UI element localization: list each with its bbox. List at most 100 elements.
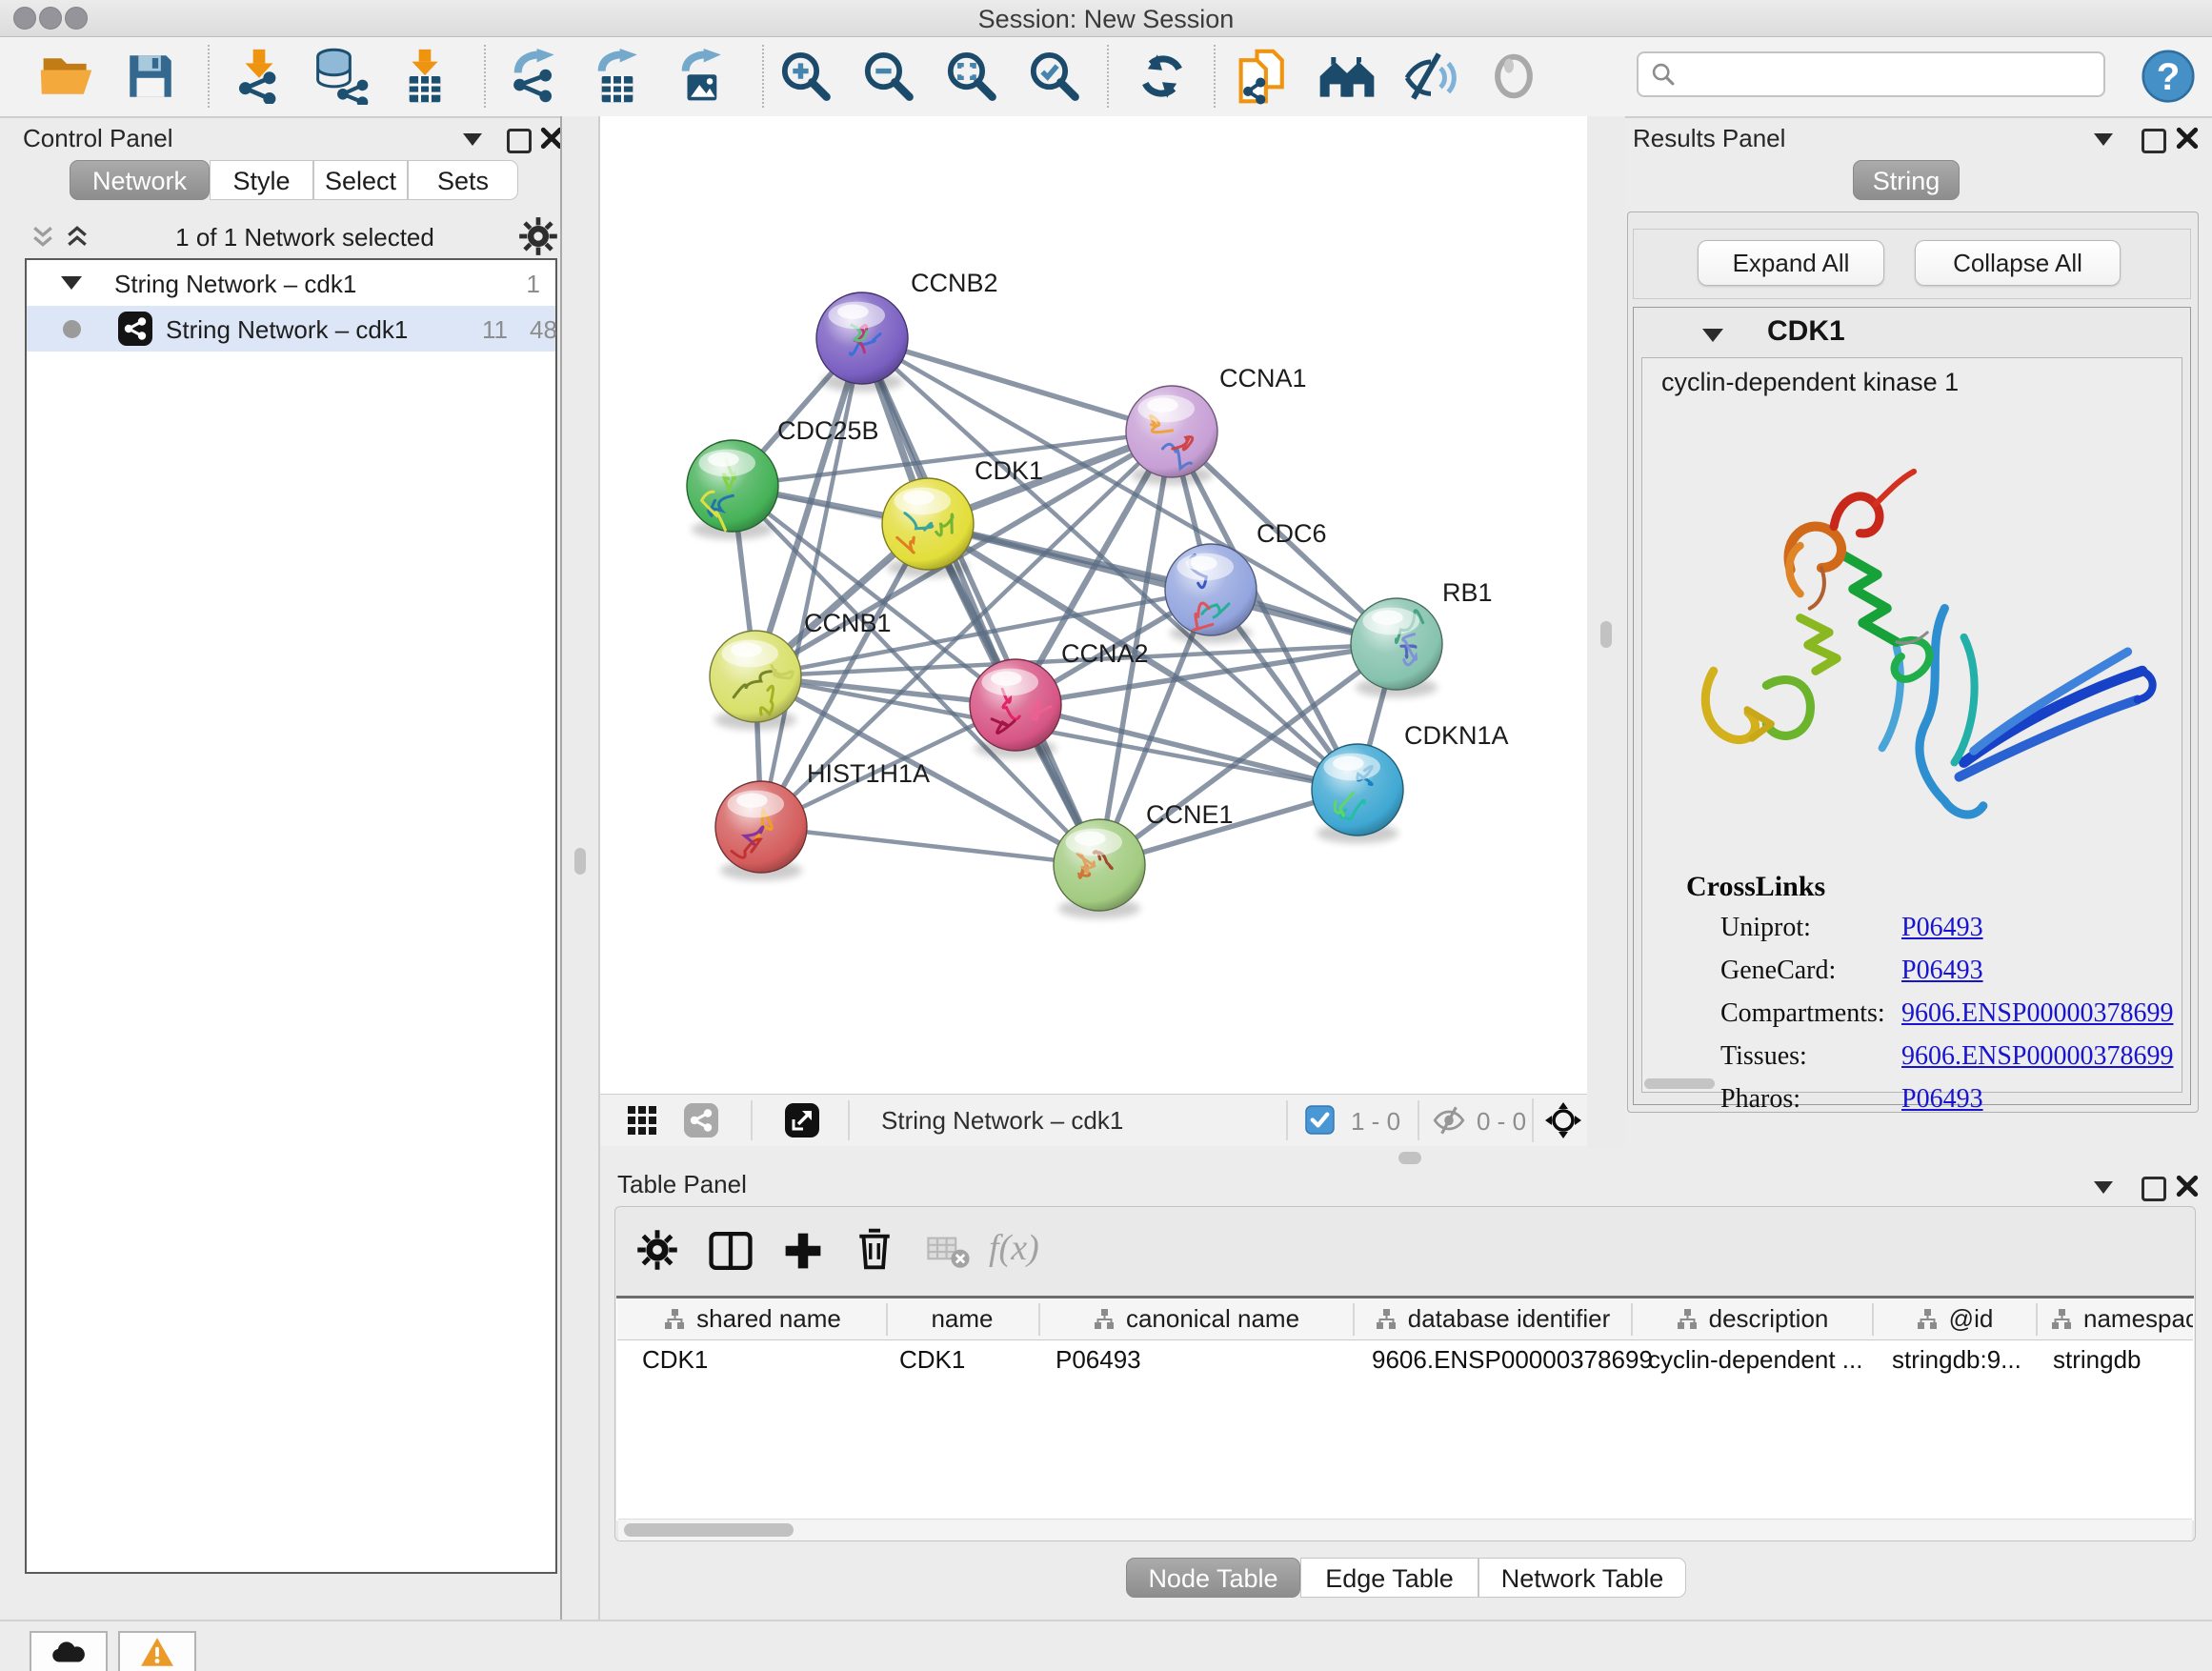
splitter-handle[interactable] (1398, 1152, 1421, 1164)
zoom-selected-icon[interactable] (1023, 46, 1084, 107)
crosslink-genecard-link[interactable]: P06493 (1901, 956, 1983, 986)
function-builder-button[interactable]: f(x) (989, 1227, 1039, 1269)
column-header-id[interactable]: @id (1872, 1299, 2036, 1340)
zoom-fit-icon[interactable] (940, 46, 1001, 107)
network-node-CCNB1[interactable] (710, 631, 801, 722)
grid-view-icon[interactable] (627, 1105, 657, 1136)
show-all-icon[interactable] (1483, 46, 1544, 107)
footer-divider (751, 1100, 753, 1140)
search-input[interactable] (1637, 51, 2105, 97)
crosslink-compartments-link[interactable]: 9606.ENSP00000378699 (1901, 998, 2173, 1029)
tab-network-table[interactable]: Network Table (1478, 1558, 1686, 1598)
tab-network[interactable]: Network (70, 160, 210, 200)
warnings-button[interactable] (118, 1631, 196, 1671)
cloud-button[interactable] (30, 1631, 108, 1671)
network-node-count: 11 (482, 315, 508, 345)
import-table-icon[interactable] (394, 46, 455, 107)
detach-view-icon[interactable] (785, 1103, 819, 1137)
network-canvas[interactable]: CCNB2CCNA1CDC25BCDK1CDC6RB1CCNB1CCNA2CDK… (600, 116, 1587, 1094)
zoom-out-icon[interactable] (857, 46, 918, 107)
open-session-icon[interactable] (36, 46, 97, 107)
birdseye-crosshair-icon[interactable] (1543, 1100, 1583, 1140)
network-options-gear-icon[interactable] (518, 216, 558, 256)
footer-network-name: String Network – cdk1 (881, 1106, 1123, 1136)
crosslink-pharos-link[interactable]: P06493 (1901, 1084, 1983, 1115)
delete-table-icon[interactable] (926, 1235, 972, 1269)
expand-all-icon[interactable] (63, 222, 91, 251)
network-row-selected[interactable]: String Network – cdk1 11 48 (27, 306, 555, 352)
crosslink-tissues-link[interactable]: 9606.ENSP00000378699 (1901, 1041, 2173, 1072)
tab-string[interactable]: String (1853, 160, 1960, 200)
network-node-CDC6[interactable] (1165, 544, 1257, 635)
results-panel-float-icon[interactable] (2142, 129, 2166, 153)
vertical-splitter-left[interactable] (560, 116, 600, 1620)
string-network-icon (118, 312, 152, 346)
results-panel-menu-icon[interactable] (2094, 133, 2113, 146)
hide-selected-icon[interactable] (1400, 46, 1461, 107)
collection-label: String Network – cdk1 (114, 270, 356, 299)
collapse-all-button[interactable]: Collapse All (1915, 240, 2121, 286)
node-label-CDC6: CDC6 (1257, 519, 1327, 548)
tab-select[interactable]: Select (313, 160, 408, 200)
protein-section-expander-icon[interactable] (1702, 329, 1723, 342)
collection-expander-icon[interactable] (61, 276, 82, 290)
network-node-CCNA1[interactable] (1126, 386, 1217, 477)
splitter-handle[interactable] (574, 848, 586, 875)
table-panel-float-icon[interactable] (2142, 1177, 2166, 1201)
results-hscrollbar-thumb[interactable] (1644, 1078, 1715, 1089)
hidden-eye-slash-icon[interactable] (1431, 1104, 1467, 1137)
delete-column-trash-icon[interactable] (855, 1227, 894, 1271)
tab-edge-table[interactable]: Edge Table (1300, 1558, 1478, 1598)
import-network-icon[interactable] (229, 46, 290, 107)
tab-sets[interactable]: Sets (408, 160, 518, 200)
network-thumbnail-icon[interactable] (684, 1103, 718, 1137)
column-header-shared-name[interactable]: shared name (617, 1299, 886, 1340)
network-node-CCNE1[interactable] (1054, 819, 1145, 911)
column-header-description[interactable]: description (1631, 1299, 1872, 1340)
export-table-icon[interactable] (587, 46, 648, 107)
network-collection-row[interactable]: String Network – cdk1 1 (27, 260, 555, 306)
table-panel-close-icon[interactable] (2175, 1174, 2200, 1198)
crosslink-uniprot-link[interactable]: P06493 (1901, 913, 1983, 943)
refresh-icon[interactable] (1132, 46, 1193, 107)
home-icon[interactable] (1317, 46, 1377, 107)
network-edge-count: 48 (530, 315, 557, 345)
network-node-CDK1[interactable] (882, 478, 974, 570)
export-image-icon[interactable] (671, 46, 732, 107)
network-node-CCNA2[interactable] (970, 659, 1061, 751)
help-icon[interactable]: ? (2138, 46, 2199, 107)
control-panel-float-icon[interactable] (507, 129, 532, 153)
network-node-RB1[interactable] (1351, 598, 1442, 690)
footer-divider (1418, 1100, 1419, 1140)
table-hscrollbar-thumb[interactable] (624, 1523, 794, 1537)
open-string-icon[interactable] (1234, 46, 1295, 107)
zoom-in-icon[interactable] (774, 46, 835, 107)
table-panel-menu-icon[interactable] (2094, 1181, 2113, 1194)
table-hscrollbar[interactable] (618, 1519, 2192, 1540)
control-panel-menu-icon[interactable] (463, 133, 482, 146)
column-header-database-identifier[interactable]: database identifier (1353, 1299, 1631, 1340)
export-network-icon[interactable] (503, 46, 564, 107)
expand-all-button[interactable]: Expand All (1698, 240, 1884, 286)
table-settings-gear-icon[interactable] (636, 1229, 678, 1271)
horizontal-splitter[interactable] (600, 1148, 2212, 1171)
save-session-icon[interactable] (120, 46, 181, 107)
selected-checkbox-icon[interactable] (1305, 1105, 1335, 1135)
network-node-CDC25B[interactable] (687, 440, 778, 532)
show-columns-icon[interactable] (709, 1231, 753, 1271)
tab-node-table[interactable]: Node Table (1126, 1558, 1300, 1598)
import-network-from-database-icon[interactable] (311, 46, 372, 107)
add-column-icon[interactable] (783, 1231, 823, 1271)
network-node-CCNB2[interactable] (816, 292, 908, 384)
vertical-splitter-right[interactable] (1587, 116, 1625, 1148)
results-panel-close-icon[interactable] (2175, 126, 2200, 151)
network-node-HIST1H1A[interactable] (715, 781, 807, 873)
column-header-canonical-name[interactable]: canonical name (1038, 1299, 1353, 1340)
network-node-CDKN1A[interactable] (1312, 744, 1403, 836)
tab-style[interactable]: Style (210, 160, 313, 200)
column-header-namespace[interactable]: namespace (2036, 1299, 2193, 1340)
column-header-name[interactable]: name (886, 1299, 1038, 1340)
collapse-all-icon[interactable] (29, 222, 57, 251)
protein-description: cyclin-dependent kinase 1 (1661, 368, 1959, 397)
splitter-handle[interactable] (1600, 621, 1612, 648)
